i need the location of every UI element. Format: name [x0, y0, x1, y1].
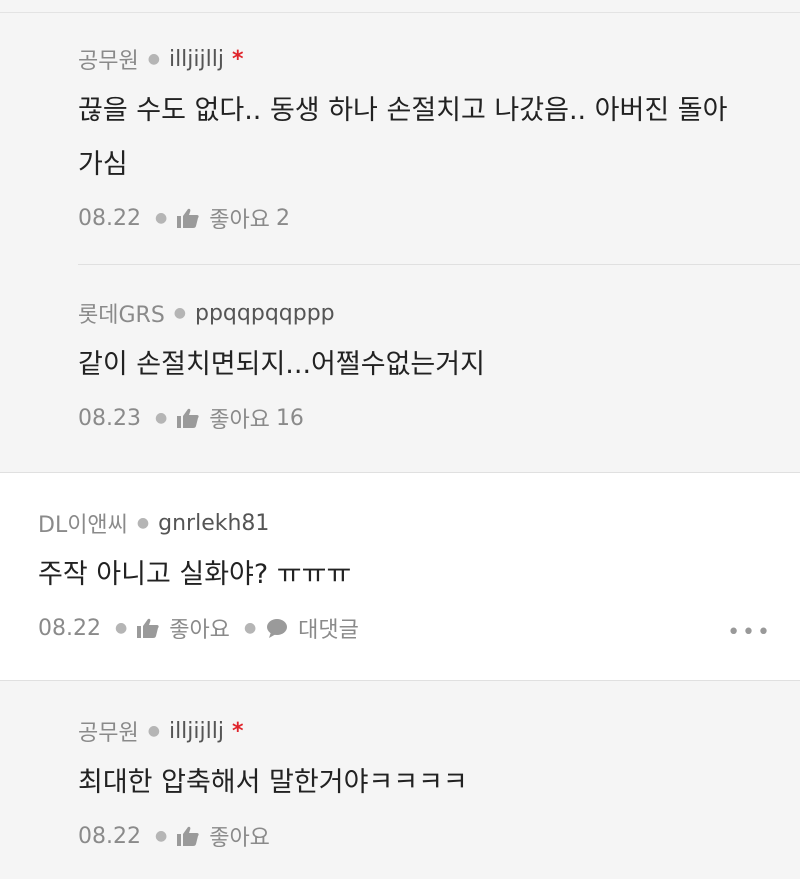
separator-dot: ● [147, 51, 160, 67]
like-button[interactable]: 좋아요 2 [177, 202, 290, 234]
comment-text: 같이 손절치면되지...어쩔수없는거지 [78, 349, 485, 380]
comment-text: 주작 아니고 실화야? ㅠㅠㅠ [38, 559, 352, 590]
comment-meta: 롯데GRS ● ppqqpqqppp [78, 297, 778, 329]
comment-footer: 08.22 ● 좋아요 2 [78, 198, 778, 238]
company-name[interactable]: DL이앤씨 [38, 507, 128, 539]
like-label: 좋아요 [209, 208, 270, 233]
user-id[interactable]: illjijllj [169, 719, 224, 744]
thumbs-up-icon [177, 826, 199, 846]
like-label: 좋아요 [209, 826, 270, 851]
comment-thread: 공무원 ● illjijllj * 끊을 수도 없다.. 동생 하나 손절치고 … [0, 0, 800, 879]
comment-meta: DL이앤씨 ● gnrlekh81 [38, 507, 778, 539]
like-button[interactable]: 좋아요 16 [177, 402, 304, 434]
comment-meta: 공무원 ● illjijllj * [78, 43, 778, 75]
comment-text: 최대한 압축해서 말한거야ㅋㅋㅋㅋ [78, 767, 468, 798]
more-options-icon[interactable]: ••• [727, 620, 772, 645]
comment-date: 08.23 [78, 405, 141, 431]
user-id[interactable]: illjijllj [169, 47, 224, 72]
separator-dot: ● [154, 210, 168, 226]
speech-bubble-icon [267, 619, 288, 638]
comment-text: 끊을 수도 없다.. 동생 하나 손절치고 나갔음.. 아버진 돌아 가심 [78, 95, 728, 180]
reply-button[interactable]: 대댓글 [266, 612, 359, 644]
separator-dot: ● [243, 620, 257, 636]
comment-meta: 공무원 ● illjijllj * [78, 715, 778, 747]
like-count: 16 [275, 405, 304, 431]
reply-divider [78, 264, 800, 265]
reply-comment: 롯데GRS ● ppqqpqqppp 같이 손절치면되지...어쩔수없는거지 0… [78, 298, 778, 438]
like-label: 좋아요 [169, 618, 230, 643]
thread-divider [0, 680, 800, 681]
comment-date: 08.22 [78, 205, 141, 231]
company-name[interactable]: 롯데GRS [78, 297, 165, 329]
reply-comment: 공무원 ● illjijllj * 끊을 수도 없다.. 동생 하나 손절치고 … [78, 44, 778, 238]
comment-footer: 08.23 ● 좋아요 16 [78, 398, 778, 438]
comment-date: 08.22 [78, 823, 141, 849]
separator-dot: ● [114, 620, 128, 636]
company-name[interactable]: 공무원 [78, 715, 139, 747]
top-level-comment: DL이앤씨 ● gnrlekh81 주작 아니고 실화야? ㅠㅠㅠ 08.22 … [38, 508, 778, 648]
like-count: 2 [275, 205, 290, 231]
like-button[interactable]: 좋아요 [177, 820, 270, 852]
user-id[interactable]: gnrlekh81 [158, 511, 269, 536]
like-label: 좋아요 [209, 408, 270, 433]
top-divider [0, 12, 800, 13]
thumbs-up-icon [137, 618, 159, 638]
comment-footer: 08.22 ● 좋아요 ● 대댓글 [38, 608, 778, 648]
separator-dot: ● [154, 410, 168, 426]
user-id[interactable]: ppqqpqqppp [195, 301, 335, 326]
separator-dot: ● [173, 305, 186, 321]
reply-comment: 공무원 ● illjijllj * 최대한 압축해서 말한거야ㅋㅋㅋㅋ 08.2… [78, 716, 778, 856]
company-name[interactable]: 공무원 [78, 43, 139, 75]
comment-footer: 08.22 ● 좋아요 [78, 816, 778, 856]
separator-dot: ● [147, 723, 160, 739]
separator-dot: ● [154, 828, 168, 844]
thumbs-up-icon [177, 408, 199, 428]
author-mark: * [231, 718, 244, 744]
thumbs-up-icon [177, 208, 199, 228]
separator-dot: ● [136, 515, 150, 531]
author-mark: * [231, 46, 244, 72]
comment-date: 08.22 [38, 615, 101, 641]
like-button[interactable]: 좋아요 [137, 612, 230, 644]
reply-label: 대댓글 [298, 618, 359, 643]
